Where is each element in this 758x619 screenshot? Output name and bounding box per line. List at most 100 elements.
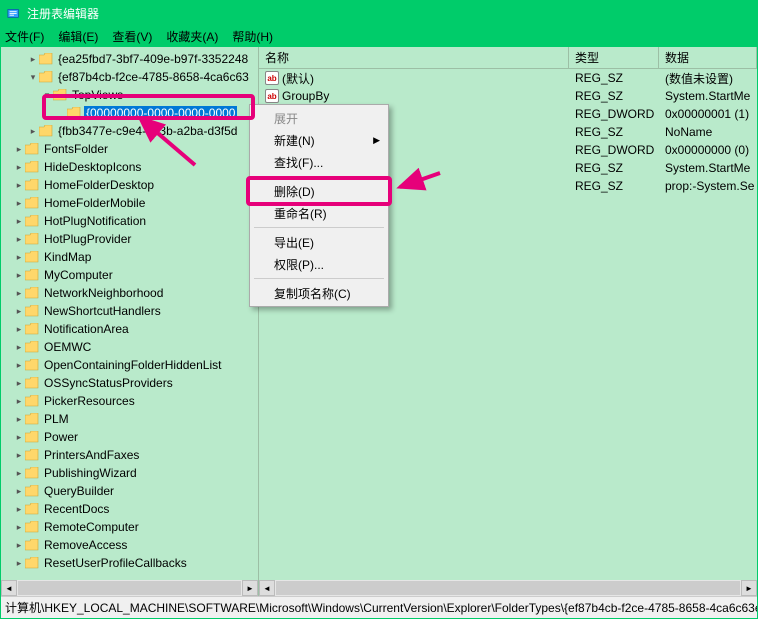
ctx-rename[interactable]: 重命名(R) [252, 202, 386, 224]
expander-icon[interactable]: ▸ [13, 360, 25, 371]
value-type: REG_SZ [569, 125, 659, 139]
tree-item[interactable]: ▸NotificationArea [1, 320, 258, 338]
tree-item[interactable]: ▸HotPlugProvider [1, 230, 258, 248]
value-data: 0x00000001 (1) [659, 107, 757, 121]
expander-icon[interactable]: ▸ [13, 162, 25, 173]
value-data: 0x00000000 (0) [659, 143, 757, 157]
ctx-copy-key-name[interactable]: 复制项名称(C) [252, 282, 386, 304]
tree-item[interactable]: ▸PickerResources [1, 392, 258, 410]
tree-item[interactable]: ▸ FontsFolder [1, 140, 258, 158]
tree-item-label: MyComputer [42, 268, 115, 282]
tree-item[interactable]: ▸PublishingWizard [1, 464, 258, 482]
scroll-right-icon[interactable]: ► [242, 580, 258, 596]
menu-help[interactable]: 帮助(H) [232, 28, 273, 45]
list-hscrollbar[interactable]: ◄ ► [259, 580, 757, 596]
scroll-left-icon[interactable]: ◄ [1, 580, 17, 596]
expander-icon[interactable]: ▸ [13, 234, 25, 245]
menu-favorites[interactable]: 收藏夹(A) [166, 28, 218, 45]
expander-icon[interactable]: ▸ [13, 378, 25, 389]
scroll-right-icon[interactable]: ► [741, 580, 757, 596]
expander-icon[interactable]: ▸ [13, 324, 25, 335]
col-type[interactable]: 类型 [569, 47, 659, 68]
scroll-left-icon[interactable]: ◄ [259, 580, 275, 596]
tree-item[interactable]: ▸QueryBuilder [1, 482, 258, 500]
expander-icon[interactable]: ▸ [13, 504, 25, 515]
expander-icon[interactable]: ▸ [13, 432, 25, 443]
expander-icon[interactable]: ▸ [13, 144, 25, 155]
tree-item[interactable]: ▸HomeFolderMobile [1, 194, 258, 212]
titlebar[interactable]: 注册表编辑器 [1, 1, 757, 25]
tree-item[interactable]: ▸ MyComputer [1, 266, 258, 284]
expander-icon[interactable]: ▸ [27, 126, 39, 137]
expander-icon[interactable]: ▸ [13, 252, 25, 263]
tree-item[interactable]: ▸NetworkNeighborhood [1, 284, 258, 302]
tree-item[interactable]: ▸PrintersAndFaxes [1, 446, 258, 464]
expander-icon[interactable]: ▸ [13, 270, 25, 281]
expander-icon[interactable]: ▸ [13, 468, 25, 479]
expander-icon[interactable]: ▸ [13, 540, 25, 551]
tree-item[interactable]: ▸HotPlugNotification [1, 212, 258, 230]
tree-item-label: TopViews [70, 88, 125, 102]
tree-item[interactable]: ▸{ea25fbd7-3bf7-409e-b97f-3352248 [1, 50, 258, 68]
expander-icon[interactable]: ▸ [13, 216, 25, 227]
ctx-new[interactable]: 新建(N)▶ [252, 129, 386, 151]
expander-icon[interactable]: ▸ [13, 342, 25, 353]
expander-icon[interactable]: ▸ [13, 306, 25, 317]
tree-item[interactable]: ▸ {fbb3477e-c9e4-4b3b-a2ba-d3f5d [1, 122, 258, 140]
scroll-thumb[interactable] [18, 581, 241, 595]
tree-item[interactable]: ▸ResetUserProfileCallbacks [1, 554, 258, 572]
tree-item[interactable]: ▸KindMap [1, 248, 258, 266]
tree-item[interactable]: ▸OpenContainingFolderHiddenList [1, 356, 258, 374]
tree-item[interactable]: ▸RecentDocs [1, 500, 258, 518]
expander-icon[interactable]: ▾ [41, 90, 53, 101]
folder-icon [25, 359, 39, 371]
tree-item[interactable]: ▸OSSyncStatusProviders [1, 374, 258, 392]
tree-item[interactable]: ▸RemoteComputer [1, 518, 258, 536]
tree-item[interactable]: ▸Power [1, 428, 258, 446]
expander-icon[interactable]: ▾ [27, 72, 39, 83]
folder-icon [25, 251, 39, 263]
menu-view[interactable]: 查看(V) [112, 28, 152, 45]
tree-pane[interactable]: ▸{ea25fbd7-3bf7-409e-b97f-3352248▾{ef87b… [1, 47, 259, 596]
ctx-permissions[interactable]: 权限(P)... [252, 253, 386, 275]
expander-icon[interactable]: ▸ [13, 486, 25, 497]
tree-hscrollbar[interactable]: ◄ ► [1, 580, 258, 596]
submenu-arrow-icon: ▶ [373, 135, 380, 146]
col-name[interactable]: 名称 [259, 47, 569, 68]
tree-item[interactable]: ▾ TopViews [1, 86, 258, 104]
value-row[interactable]: abGroupByREG_SZSystem.StartMe [259, 87, 757, 105]
tree-item-label: OEMWC [42, 340, 93, 354]
expander-icon[interactable]: ▸ [13, 522, 25, 533]
tree-item[interactable]: ▸HomeFolderDesktop [1, 176, 258, 194]
menu-edit[interactable]: 编辑(E) [58, 28, 98, 45]
tree-item[interactable]: ▸ PLM [1, 410, 258, 428]
expander-icon[interactable]: ▸ [13, 558, 25, 569]
value-data: NoName [659, 125, 757, 139]
ctx-find[interactable]: 查找(F)... [252, 151, 386, 173]
expander-icon[interactable]: ▸ [13, 396, 25, 407]
folder-icon [25, 287, 39, 299]
tree-item[interactable]: ▸HideDesktopIcons [1, 158, 258, 176]
tree-item[interactable]: ▾{ef87b4cb-f2ce-4785-8658-4ca6c63 [1, 68, 258, 86]
expander-icon[interactable]: ▸ [13, 180, 25, 191]
col-data[interactable]: 数据 [659, 47, 757, 68]
expander-icon[interactable]: ▸ [13, 198, 25, 209]
menu-file[interactable]: 文件(F) [5, 28, 44, 45]
scroll-thumb[interactable] [276, 581, 740, 595]
tree-item[interactable]: {00000000-0000-0000-0000 [1, 104, 258, 122]
tree-item[interactable]: ▸RemoveAccess [1, 536, 258, 554]
ctx-export[interactable]: 导出(E) [252, 231, 386, 253]
expander-icon[interactable]: ▸ [13, 288, 25, 299]
ctx-delete[interactable]: 删除(D) [252, 180, 386, 202]
tree-item-label: FontsFolder [42, 142, 110, 156]
tree-item[interactable]: ▸NewShortcutHandlers [1, 302, 258, 320]
tree-item-label: {fbb3477e-c9e4-4b3b-a2ba-d3f5d [56, 124, 239, 138]
expander-icon[interactable]: ▸ [27, 54, 39, 65]
value-row[interactable]: ab(默认)REG_SZ(数值未设置) [259, 69, 757, 87]
ctx-expand[interactable]: 展开 [252, 107, 386, 129]
tree-item-label: PLM [42, 412, 71, 426]
window-title: 注册表编辑器 [27, 5, 99, 22]
tree-item[interactable]: ▸ OEMWC [1, 338, 258, 356]
expander-icon[interactable]: ▸ [13, 414, 25, 425]
expander-icon[interactable]: ▸ [13, 450, 25, 461]
